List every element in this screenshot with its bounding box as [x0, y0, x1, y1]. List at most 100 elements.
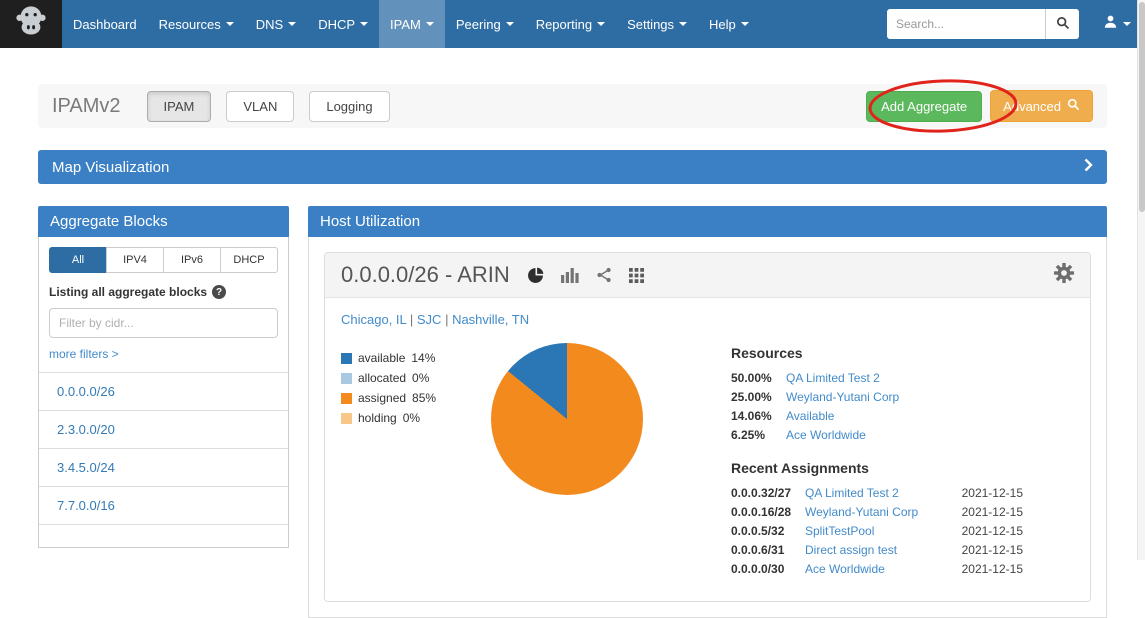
location-link[interactable]: SJC — [417, 312, 442, 327]
app-logo[interactable] — [0, 0, 62, 48]
scrollbar-thumb[interactable] — [1139, 2, 1145, 212]
chevron-down-icon — [597, 22, 605, 26]
legend-item: holding 0% — [341, 411, 479, 425]
legend-value: 0% — [403, 411, 420, 425]
assignment-link[interactable]: Direct assign test — [805, 543, 962, 557]
list-item-partial[interactable] — [39, 524, 288, 547]
resource-link[interactable]: QA Limited Test 2 — [786, 371, 880, 385]
tab-ipv6[interactable]: IPv6 — [163, 247, 221, 273]
gorilla-logo-icon — [8, 3, 54, 46]
assignment-link[interactable]: QA Limited Test 2 — [805, 486, 962, 500]
legend-value: 0% — [412, 371, 429, 385]
nav-label: Reporting — [536, 17, 592, 32]
assignment-date: 2021-12-15 — [962, 562, 1023, 576]
nav-peering[interactable]: Peering — [445, 0, 525, 48]
nav-label: Settings — [627, 17, 674, 32]
main-content: Aggregate Blocks All IPV4 IPv6 DHCP List… — [38, 206, 1107, 618]
scrollbar-track[interactable] — [1137, 0, 1145, 560]
assignment-cidr: 0.0.0.0/30 — [731, 562, 805, 576]
search-button[interactable] — [1045, 9, 1079, 39]
nav-dashboard[interactable]: Dashboard — [62, 0, 148, 48]
page-title: IPAMv2 — [52, 95, 121, 118]
list-item[interactable]: 3.4.5.0/24 — [39, 448, 288, 486]
legend-item: allocated 0% — [341, 371, 479, 385]
resource-link[interactable]: Weyland-Yutani Corp — [786, 390, 899, 404]
assignment-cidr: 0.0.0.5/32 — [731, 524, 805, 538]
legend-label: allocated — [358, 371, 406, 385]
resource-link[interactable]: Available — [786, 409, 834, 423]
table-row: 50.00%QA Limited Test 2 — [731, 371, 1023, 385]
nav-dhcp[interactable]: DHCP — [307, 0, 379, 48]
host-utilization-panel: Host Utilization 0.0.0.0/26 - ARIN — [308, 206, 1107, 618]
aggregate-block-list: 0.0.0.0/26 2.3.0.0/20 3.4.5.0/24 7.7.0.0… — [39, 372, 288, 547]
nav-spacer — [760, 0, 887, 48]
table-row: 25.00%Weyland-Yutani Corp — [731, 390, 1023, 404]
tab-ipam[interactable]: IPAM — [147, 91, 212, 122]
map-visualization-title: Map Visualization — [52, 159, 169, 176]
aggregate-blocks-body: All IPV4 IPv6 DHCP Listing all aggregate… — [38, 237, 289, 548]
list-item[interactable]: 0.0.0.0/26 — [39, 372, 288, 410]
assignment-cidr: 0.0.0.16/28 — [731, 505, 805, 519]
chevron-down-icon — [226, 22, 234, 26]
nav-help[interactable]: Help — [698, 0, 760, 48]
page-header: IPAMv2 IPAM VLAN Logging Add Aggregate A… — [38, 84, 1107, 128]
tab-all[interactable]: All — [49, 247, 107, 273]
grid-icon[interactable] — [629, 268, 644, 283]
table-row: 0.0.0.6/31Direct assign test2021-12-15 — [731, 543, 1023, 557]
table-row: 6.25%Ace Worldwide — [731, 428, 1023, 442]
legend-swatch — [341, 393, 352, 404]
nav-dns[interactable]: DNS — [245, 0, 307, 48]
chevron-down-icon — [679, 22, 687, 26]
aggregate-blocks-panel: Aggregate Blocks All IPV4 IPv6 DHCP List… — [38, 206, 289, 548]
location-link[interactable]: Chicago, IL — [341, 312, 406, 327]
global-search — [887, 9, 1079, 39]
gear-icon[interactable] — [1054, 263, 1074, 288]
chevron-down-icon — [426, 22, 434, 26]
nav-ipam[interactable]: IPAM — [379, 0, 445, 48]
location-link[interactable]: Nashville, TN — [452, 312, 529, 327]
list-item[interactable]: 2.3.0.0/20 — [39, 410, 288, 448]
pie-chart-icon[interactable] — [527, 267, 544, 284]
chevron-down-icon — [741, 22, 749, 26]
advanced-search-button[interactable]: Advanced — [990, 90, 1093, 122]
nav-menu: Dashboard Resources DNS DHCP IPAM Peerin… — [62, 0, 760, 48]
search-input[interactable] — [887, 9, 1045, 39]
separator — [441, 312, 452, 327]
nav-resources[interactable]: Resources — [148, 0, 245, 48]
assignment-link[interactable]: SplitTestPool — [805, 524, 962, 538]
search-icon — [1056, 16, 1070, 33]
tab-dhcp[interactable]: DHCP — [220, 247, 278, 273]
pie-legend: available14% allocated0% assigned85% hol… — [341, 343, 479, 431]
legend-label: holding — [358, 411, 397, 425]
help-icon[interactable] — [212, 285, 226, 299]
assignment-date: 2021-12-15 — [962, 505, 1023, 519]
tab-ipv4[interactable]: IPV4 — [106, 247, 164, 273]
legend-swatch — [341, 373, 352, 384]
more-filters-link[interactable]: more filters > — [49, 347, 119, 361]
map-visualization-bar[interactable]: Map Visualization — [38, 150, 1107, 184]
assignment-link[interactable]: Weyland-Yutani Corp — [805, 505, 962, 519]
resource-link[interactable]: Ace Worldwide — [786, 428, 866, 442]
cidr-filter-input[interactable] — [49, 308, 278, 338]
nav-settings[interactable]: Settings — [616, 0, 698, 48]
nav-reporting[interactable]: Reporting — [525, 0, 616, 48]
stats-column: Resources 50.00%QA Limited Test 2 25.00%… — [731, 343, 1023, 581]
nav-label: IPAM — [390, 17, 421, 32]
listing-label: Listing all aggregate blocks — [49, 285, 278, 299]
block-subject: 0.0.0.0/26 - ARIN — [341, 262, 510, 288]
table-row: 0.0.0.16/28Weyland-Yutani Corp2021-12-15 — [731, 505, 1023, 519]
chevron-down-icon — [360, 22, 368, 26]
user-icon — [1103, 14, 1118, 34]
list-item[interactable]: 7.7.0.0/16 — [39, 486, 288, 524]
tab-vlan[interactable]: VLAN — [226, 91, 294, 122]
block-type-tabs: All IPV4 IPv6 DHCP — [49, 247, 278, 273]
share-icon[interactable] — [596, 267, 612, 283]
assignment-link[interactable]: Ace Worldwide — [805, 562, 962, 576]
table-row: 0.0.0.0/30Ace Worldwide2021-12-15 — [731, 562, 1023, 576]
add-aggregate-button[interactable]: Add Aggregate — [866, 91, 982, 122]
resources-heading: Resources — [731, 345, 1023, 361]
bar-chart-icon[interactable] — [561, 268, 579, 283]
tab-logging[interactable]: Logging — [309, 91, 389, 122]
resource-percent: 6.25% — [731, 428, 786, 442]
assignment-cidr: 0.0.0.6/31 — [731, 543, 805, 557]
